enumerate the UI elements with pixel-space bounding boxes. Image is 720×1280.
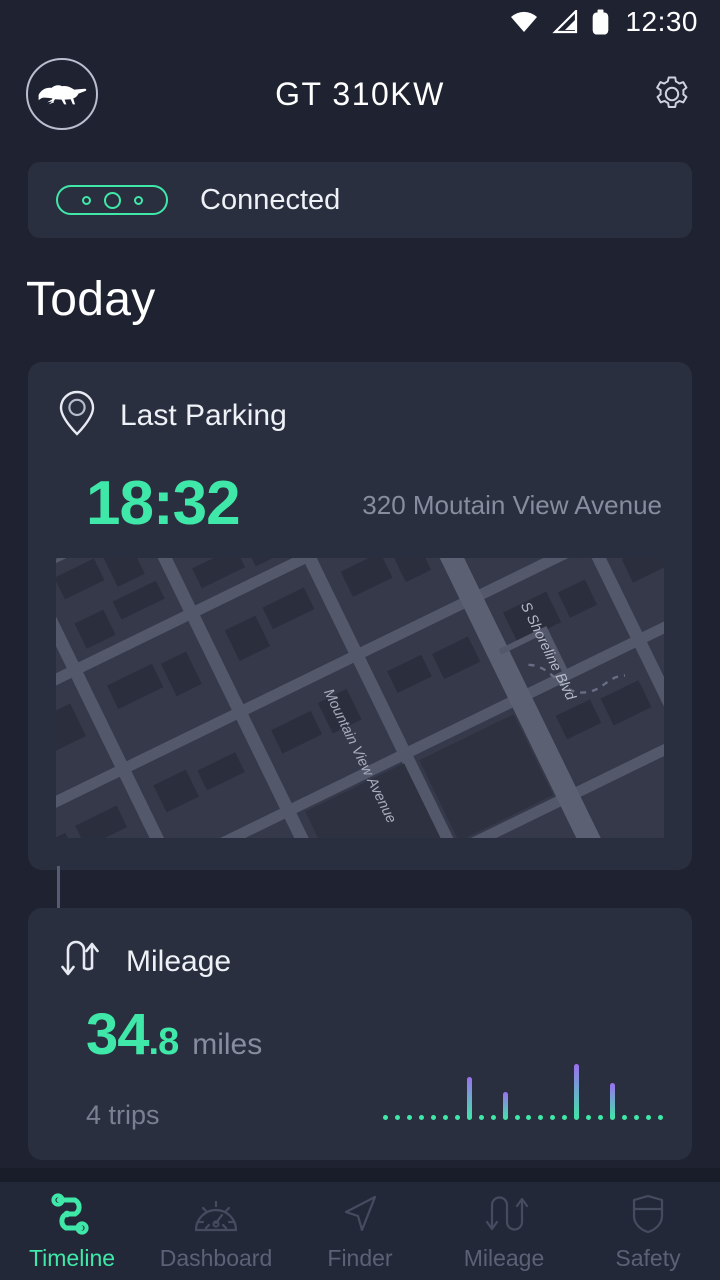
sparkline-bar (597, 1115, 603, 1120)
sparkline-bar (490, 1115, 496, 1120)
sparkline-bar (502, 1092, 508, 1120)
connection-status-label: Connected (200, 183, 341, 216)
mileage-trip-count: 4 trips (86, 1100, 160, 1130)
sparkline-bar (395, 1115, 401, 1120)
dongle-led-large (103, 191, 121, 209)
battery-icon (592, 9, 609, 35)
page-title: GT 310KW (275, 75, 445, 112)
sparkline-bar (633, 1115, 639, 1120)
sparkline-bar (538, 1115, 544, 1120)
timeline-connector-line (57, 866, 60, 908)
sparkline-bar (562, 1115, 568, 1120)
nav-item-safety[interactable]: Safety (576, 1191, 720, 1272)
mileage-sparkline-chart (380, 1058, 666, 1120)
mileage-card-header: Mileage (28, 908, 692, 987)
sparkline-bar (431, 1115, 437, 1120)
sparkline-bar (550, 1115, 556, 1120)
connection-status-card[interactable]: Connected (28, 162, 692, 238)
sparkline-bar (645, 1115, 651, 1120)
system-status-bar: 12:30 (0, 0, 720, 44)
gear-icon[interactable] (650, 72, 694, 116)
nav-label-mileage: Mileage (463, 1244, 545, 1271)
sparkline-bar (526, 1115, 532, 1120)
sparkline-bar (574, 1064, 580, 1120)
map-pin-icon (58, 390, 96, 441)
bottom-navigation-bar: Timeline Dashboard Finder Mileage Safety (0, 1182, 720, 1280)
dongle-led-small-left (81, 195, 91, 205)
sparkline-bar (478, 1115, 484, 1120)
navigation-arrow-icon (335, 1191, 385, 1237)
sparkline-bar (586, 1115, 592, 1120)
nav-item-finder[interactable]: Finder (288, 1191, 432, 1272)
nav-label-dashboard: Dashboard (159, 1244, 273, 1271)
sparkline-bar (443, 1115, 449, 1120)
timeline-route-icon (47, 1191, 97, 1237)
parking-card-header: Last Parking (28, 362, 692, 441)
cellular-signal-icon (552, 10, 578, 34)
last-parking-card[interactable]: Last Parking 18:32 320 Moutain View Aven… (28, 362, 692, 870)
mileage-unit: miles (192, 1028, 263, 1061)
status-bar-clock: 12:30 (625, 6, 698, 37)
u-turn-arrows-icon (58, 936, 102, 987)
parking-time: 18:32 (86, 469, 241, 538)
sparkline-bar (419, 1115, 425, 1120)
sparkline-bar (621, 1115, 627, 1120)
sparkline-bar (383, 1115, 389, 1120)
parking-address: 320 Moutain View Avenue (362, 490, 662, 520)
nav-label-finder: Finder (327, 1244, 393, 1271)
bottom-nav-separator (0, 1168, 720, 1182)
sparkline-bar (609, 1082, 615, 1120)
sparkline-bar (514, 1115, 520, 1120)
map-canvas: Mountain View Avenue S Shoreline Blvd (56, 558, 664, 838)
app-screen: 12:30 GT 310KW Connected Today Last Park… (0, 0, 720, 1280)
sparkline-bar (657, 1115, 663, 1120)
nav-label-timeline: Timeline (28, 1244, 116, 1271)
wifi-icon (510, 11, 538, 33)
parking-card-title: Last Parking (120, 398, 287, 432)
section-title-today: Today (26, 273, 156, 326)
nav-item-timeline[interactable]: Timeline (0, 1191, 144, 1272)
mileage-card[interactable]: Mileage 34 .8 miles 4 trips (28, 908, 692, 1160)
u-turn-arrows-icon (479, 1191, 529, 1237)
nav-item-mileage[interactable]: Mileage (432, 1191, 576, 1272)
mileage-value-decimal: .8 (148, 1021, 180, 1063)
gauge-icon (191, 1191, 241, 1237)
sparkline-bar (466, 1076, 472, 1120)
nav-label-safety: Safety (615, 1244, 681, 1271)
nav-item-dashboard[interactable]: Dashboard (144, 1191, 288, 1272)
app-bar: GT 310KW (0, 44, 720, 144)
sparkline-bar (454, 1115, 460, 1120)
sparkline-bar (407, 1115, 413, 1120)
shield-icon (623, 1191, 673, 1237)
mileage-value-whole: 34 (86, 1002, 150, 1067)
obd-dongle-icon (56, 185, 168, 215)
parking-map[interactable]: Mountain View Avenue S Shoreline Blvd (56, 558, 664, 838)
mileage-card-title: Mileage (126, 944, 232, 978)
mileage-value: 34 .8 miles (86, 1006, 262, 1064)
dongle-led-small-right (133, 195, 143, 205)
